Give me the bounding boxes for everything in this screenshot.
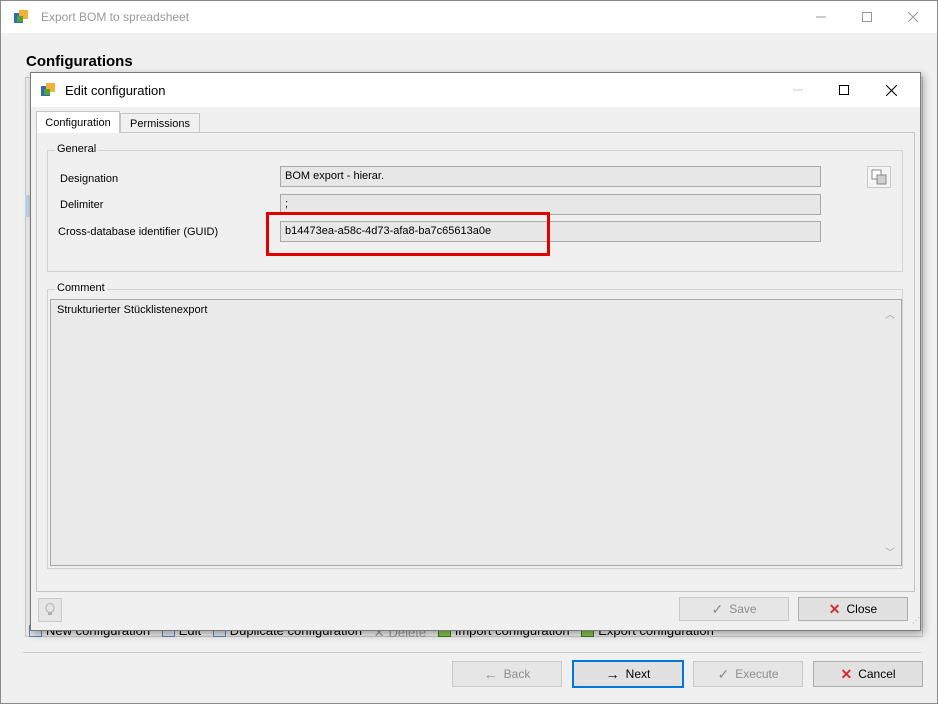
- close-icon: [885, 84, 897, 96]
- app-icon: [14, 10, 28, 23]
- comment-text: Strukturierter Stücklistenexport: [57, 304, 208, 316]
- save-button[interactable]: ✓ Save: [679, 597, 789, 621]
- guid-label: Cross-database identifier (GUID): [58, 226, 219, 238]
- designation-field[interactable]: BOM export - hierar.: [280, 166, 821, 187]
- footer-divider: [23, 652, 921, 653]
- dialog-titlebar: Edit configuration: [31, 73, 920, 107]
- general-legend: General: [55, 143, 99, 155]
- close-icon: [908, 12, 918, 22]
- close-button[interactable]: ✕ Close: [798, 597, 908, 621]
- outer-window-title: Export BOM to spreadsheet: [41, 10, 190, 24]
- maximize-icon: [839, 85, 849, 95]
- next-button[interactable]: → Next: [572, 660, 684, 688]
- maximize-button[interactable]: [844, 1, 890, 33]
- app-icon: [41, 83, 55, 96]
- outer-close-button[interactable]: [890, 1, 936, 33]
- minimize-button[interactable]: [798, 1, 844, 33]
- comment-textarea[interactable]: Strukturierter Stücklistenexport ︿ ﹀: [50, 299, 902, 566]
- back-button[interactable]: ← Back: [452, 661, 562, 687]
- maximize-icon: [862, 12, 872, 22]
- tab-configuration[interactable]: Configuration: [36, 111, 120, 133]
- arrow-left-icon: ←: [483, 666, 498, 682]
- resize-grip-icon[interactable]: ⋰: [912, 616, 934, 700]
- guid-field[interactable]: b14473ea-a58c-4d73-afa8-ba7c65613a0e: [280, 221, 821, 242]
- hint-button[interactable]: [38, 598, 62, 622]
- execute-button[interactable]: ✓ Execute: [693, 661, 803, 687]
- delimiter-field[interactable]: ;: [280, 194, 821, 215]
- translate-button[interactable]: [867, 166, 891, 188]
- designation-label: Designation: [60, 173, 119, 185]
- lightbulb-icon: [45, 603, 55, 615]
- checkmark-icon: ✓: [711, 600, 724, 617]
- arrow-right-icon: →: [605, 666, 620, 682]
- red-x-icon: ✕: [828, 600, 841, 617]
- minimize-icon: [816, 16, 826, 18]
- chevron-up-icon[interactable]: ︿: [885, 306, 895, 321]
- dialog-close-button[interactable]: [868, 73, 914, 107]
- delimiter-label: Delimiter: [60, 199, 104, 211]
- dialog-maximize-button[interactable]: [821, 73, 867, 107]
- cancel-button[interactable]: ✕ Cancel: [813, 661, 923, 687]
- dialog-title: Edit configuration: [65, 83, 166, 98]
- translate-icon: [871, 169, 887, 185]
- minimize-icon: [793, 89, 803, 91]
- comment-legend: Comment: [55, 282, 107, 294]
- outer-titlebar: Export BOM to spreadsheet: [1, 1, 937, 33]
- chevron-down-icon[interactable]: ﹀: [885, 544, 895, 559]
- red-x-icon: ✕: [840, 665, 853, 682]
- configurations-heading: Configurations: [26, 53, 133, 70]
- checkmark-icon: ✓: [717, 665, 730, 682]
- dialog-minimize-button: [775, 73, 821, 107]
- tab-permissions[interactable]: Permissions: [120, 113, 200, 133]
